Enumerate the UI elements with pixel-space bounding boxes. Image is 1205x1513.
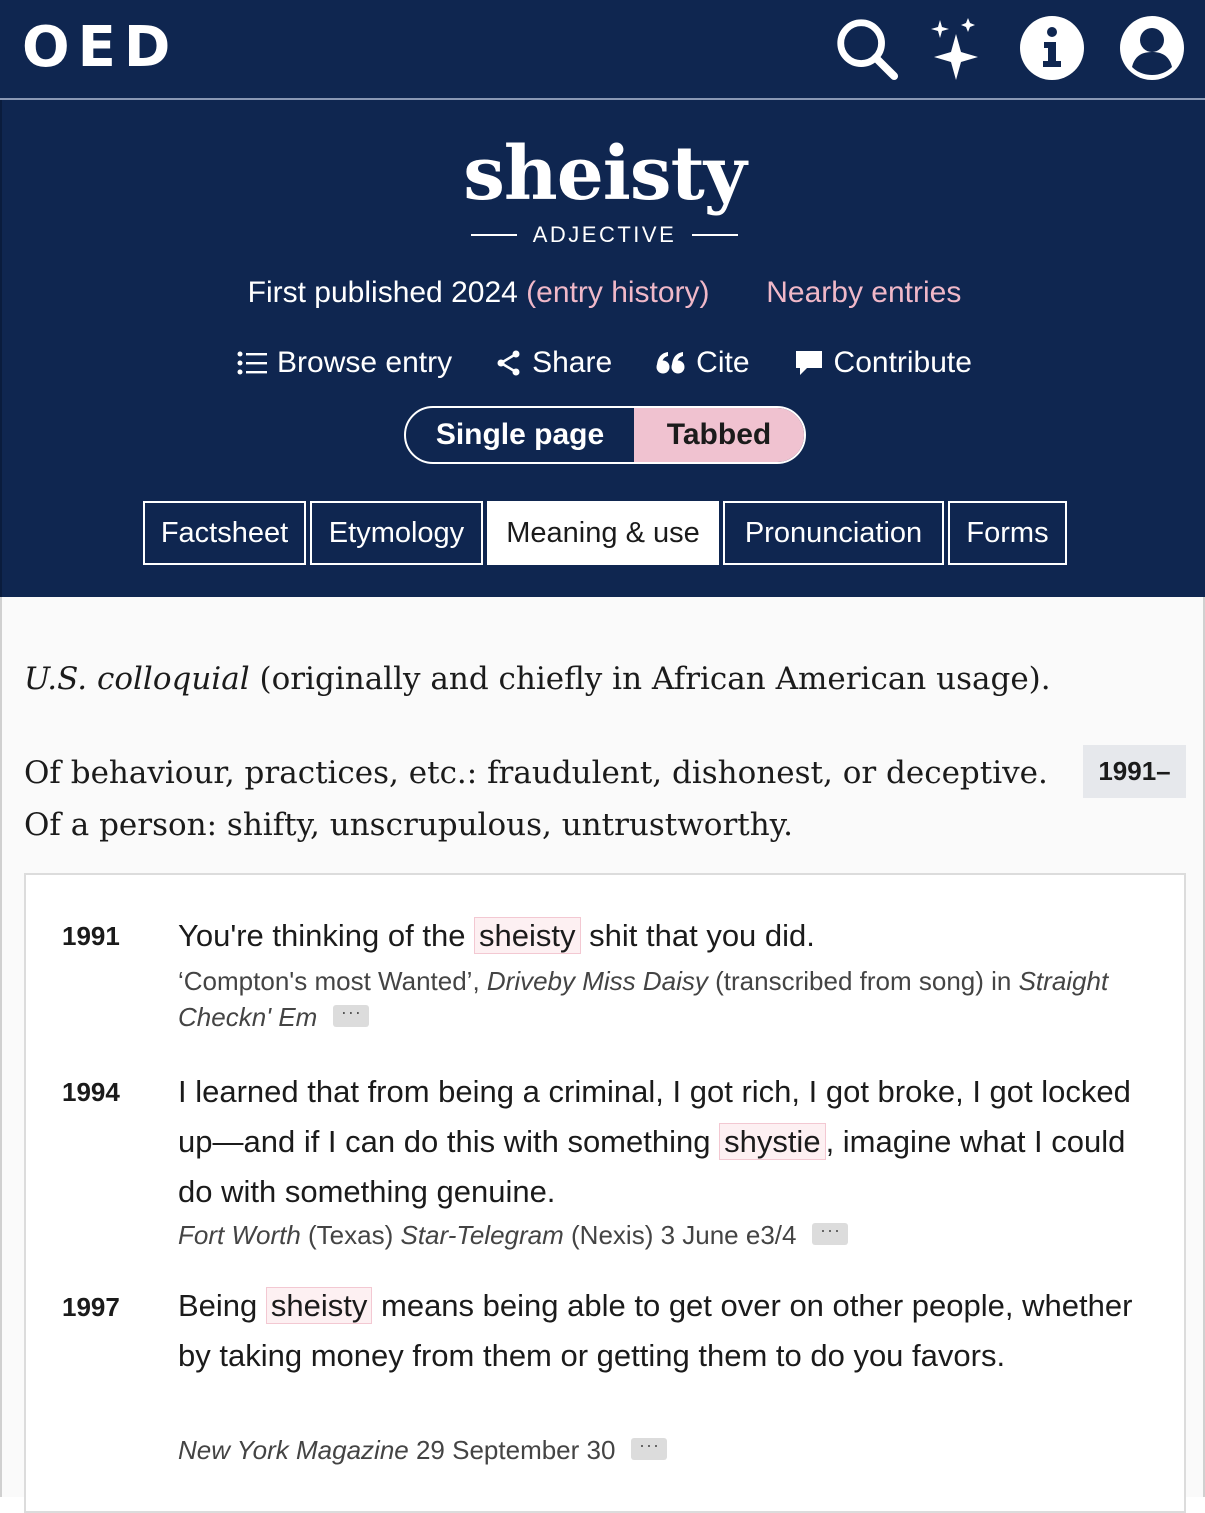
part-of-speech: ADJECTIVE bbox=[532, 222, 677, 247]
browse-entry-button[interactable]: Browse entry bbox=[237, 346, 452, 380]
quotation-year: 1991 bbox=[62, 921, 120, 951]
list-icon bbox=[237, 351, 268, 375]
first-published: First published 2024 bbox=[247, 276, 518, 309]
cite-button[interactable]: Cite bbox=[656, 346, 750, 380]
tab-factsheet[interactable]: Factsheet bbox=[143, 501, 306, 565]
entry-header: sheisty ADJECTIVE First published 2024 (… bbox=[0, 100, 1205, 597]
sparkles-icon[interactable] bbox=[920, 14, 988, 82]
contribute-button[interactable]: Contribute bbox=[794, 346, 972, 380]
contribute-label: Contribute bbox=[833, 346, 972, 379]
headword-highlight: sheisty bbox=[265, 1287, 373, 1324]
meaning-and-use-panel: U.S. colloquial (originally and chiefly … bbox=[0, 597, 1205, 1513]
quotation-year: 1997 bbox=[62, 1292, 120, 1322]
share-label: Share bbox=[532, 346, 613, 379]
divider bbox=[692, 234, 739, 236]
quotation-source: ‘Compton's most Wanted’, Driveby Miss Da… bbox=[178, 966, 1109, 1032]
quote-icon bbox=[656, 352, 685, 374]
tab-forms[interactable]: Forms bbox=[948, 501, 1067, 565]
share-icon bbox=[497, 350, 520, 376]
headword: sheisty bbox=[463, 131, 747, 217]
entry-history-link[interactable]: (entry history) bbox=[526, 276, 709, 309]
tabbed-option[interactable]: Tabbed bbox=[634, 408, 804, 462]
definition: Of behaviour, practices, etc.: fraudulen… bbox=[24, 755, 1048, 843]
share-button[interactable]: Share bbox=[496, 346, 612, 380]
comment-icon bbox=[795, 351, 822, 375]
quotation-year: 1994 bbox=[62, 1077, 120, 1107]
quotation-source: Fort Worth (Texas) Star-Telegram (Nexis)… bbox=[178, 1217, 1168, 1253]
publication-row: First published 2024 (entry history) Nea… bbox=[2, 276, 1205, 310]
cite-label: Cite bbox=[696, 346, 750, 379]
entry-actions: Browse entry Share Cite Contribute bbox=[2, 346, 1205, 380]
browse-entry-label: Browse entry bbox=[277, 346, 453, 379]
divider bbox=[470, 234, 517, 236]
entry-tabs: Factsheet Etymology Meaning & use Pronun… bbox=[2, 501, 1205, 565]
search-icon[interactable] bbox=[832, 14, 900, 82]
quotations-box: 1991 You're thinking of the sheisty shit… bbox=[24, 873, 1186, 1513]
quotation-text: I learned that from being a criminal, I … bbox=[178, 1074, 1131, 1209]
headword-highlight: shystie bbox=[719, 1123, 826, 1160]
usage-note: (originally and chiefly in African Ameri… bbox=[249, 661, 1051, 697]
quotation-text: You're thinking of the sheisty shit that… bbox=[178, 917, 815, 954]
top-bar: OED bbox=[0, 0, 1205, 100]
part-of-speech-row: ADJECTIVE bbox=[2, 222, 1205, 248]
quotation-text: Being sheisty means being able to get ov… bbox=[178, 1287, 1133, 1373]
nearby-entries-link[interactable]: Nearby entries bbox=[766, 276, 961, 309]
usage-label: U.S. colloquial (originally and chiefly … bbox=[24, 659, 1051, 699]
oed-logo[interactable]: OED bbox=[22, 18, 178, 78]
tab-meaning-and-use[interactable]: Meaning & use bbox=[487, 501, 719, 565]
single-page-option[interactable]: Single page bbox=[406, 408, 634, 462]
more-options-button[interactable]: ··· bbox=[631, 1436, 668, 1461]
info-icon[interactable] bbox=[1018, 14, 1086, 82]
quotation-source: New York Magazine 29 September 30 ··· bbox=[178, 1432, 1168, 1468]
headword-highlight: sheisty bbox=[474, 917, 581, 954]
more-options-button[interactable]: ··· bbox=[333, 1003, 370, 1028]
more-options-button[interactable]: ··· bbox=[812, 1221, 849, 1246]
region-label: U.S. colloquial bbox=[24, 661, 250, 697]
account-icon[interactable] bbox=[1118, 14, 1186, 82]
view-toggle: Single page Tabbed bbox=[404, 406, 806, 464]
date-range-badge[interactable]: 1991– bbox=[1083, 745, 1186, 798]
tab-pronunciation[interactable]: Pronunciation bbox=[723, 501, 944, 565]
tab-etymology[interactable]: Etymology bbox=[310, 501, 483, 565]
